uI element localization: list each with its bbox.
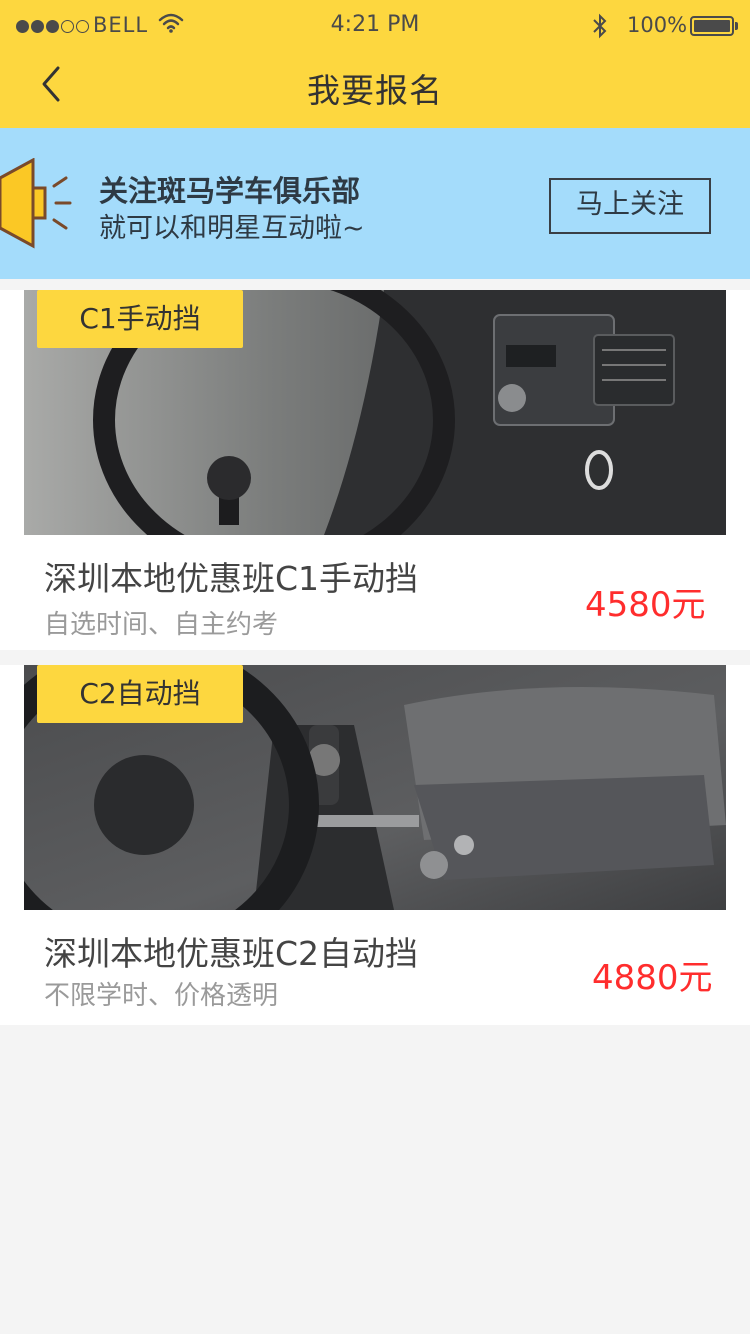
course-card-c1[interactable]: C1手动挡 深圳本地优惠班C1手动挡 自选时间、自主约考 4580元 <box>0 290 750 650</box>
bluetooth-icon <box>593 13 607 39</box>
battery-percentage: 100% <box>627 13 688 37</box>
megaphone-icon <box>0 158 72 249</box>
course-subtitle: 不限学时、价格透明 <box>44 981 279 1011</box>
banner-headline: 关注斑马学车俱乐部 <box>99 174 361 208</box>
course-card-c2[interactable]: C2自动挡 深圳本地优惠班C2自动挡 不限学时、价格透明 4880元 <box>0 665 750 1025</box>
follow-banner: 关注斑马学车俱乐部 就可以和明星互动啦~ 马上关注 <box>0 128 750 279</box>
follow-now-button[interactable]: 马上关注 <box>549 178 711 234</box>
page-title: 我要报名 <box>307 71 443 110</box>
battery-tip <box>735 22 738 30</box>
course-subtitle: 自选时间、自主约考 <box>44 610 279 640</box>
course-price: 4880元 <box>592 958 713 998</box>
app-header: BELL 4:21 PM 100% 我要报名 <box>0 0 750 128</box>
course-tag: C2自动挡 <box>37 665 243 723</box>
course-price: 4580元 <box>585 585 706 625</box>
banner-subline: 就可以和明星互动啦~ <box>99 213 365 244</box>
course-title: 深圳本地优惠班C1手动挡 <box>44 559 419 598</box>
course-title: 深圳本地优惠班C2自动挡 <box>44 934 419 973</box>
status-bar: BELL 4:21 PM 100% <box>0 0 750 52</box>
course-tag: C1手动挡 <box>37 290 243 348</box>
battery-icon <box>690 16 734 36</box>
